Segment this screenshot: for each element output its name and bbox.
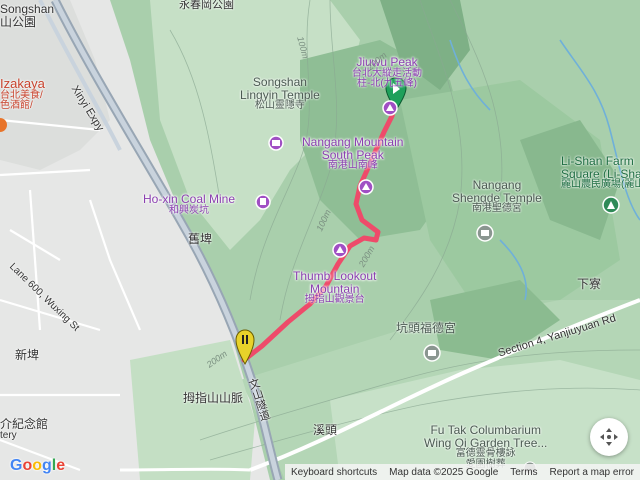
peak-label: Jiuwu Peak 台北大縱走活動 柱-北(九五峰) [352,56,422,90]
lingyin-zh: 松山靈隱寺 [254,100,305,112]
logo-letter: g [42,457,52,474]
peak-marker-icon [382,100,398,116]
logo-letter: e [56,457,66,474]
thumb-label: Thumb Lookout Mountain 拇指山觀景台 [293,270,376,306]
shengde-label: Nangang Shengde Temple 南港聖德宮 [452,179,542,215]
lishan-marker-icon [602,196,620,214]
lishan-zh: 麗山農民廣場(麗山 [561,179,640,191]
lishan-label: Li-Shan Farm Square (Li-Shan 麗山農民廣場(麗山 [561,155,640,191]
izakaya-en: Izakaya [0,76,45,91]
kengtou-marker-icon [423,344,441,362]
jiupi-label: 舊埤 [188,232,213,246]
compass-button[interactable] [590,418,628,456]
terms-link[interactable]: Terms [504,467,543,478]
logo-letter: o [32,457,43,474]
shengde-zh: 南港聖德宮 [471,203,522,215]
memorial-sub: tery [0,429,17,441]
keyboard-shortcuts-link[interactable]: Keyboard shortcuts [285,467,383,478]
thumb-zh: 拇指山觀景台 [304,294,365,306]
logo-letter: o [22,457,33,474]
map-canvas[interactable] [0,0,640,480]
xinpi-label: 新埤 [15,348,40,362]
map-data-text: Map data ©2025 Google [389,466,499,478]
thumb-en-1: Thumb Lookout [293,269,377,283]
report-error-link[interactable]: Report a map error [544,467,640,478]
hoxin-en: Ho-xin Coal Mine [143,192,236,206]
lingyin-label: Songshan Lingyin Temple 松山靈隱寺 [240,76,320,112]
lishan-en-1: Li-Shan Farm [561,154,634,168]
memorial-zh: 介紀念館 [0,417,49,431]
peak-name-zh-2: 柱-北(九五峰) [357,78,417,90]
nangang-south-zh: 南港山南峰 [327,160,378,172]
hoxin-label: Ho-xin Coal Mine 和興炭坑 [143,193,235,216]
memorial-label: 介紀念館 tery [0,418,48,441]
songshan-park-zh: 山公園 [0,14,37,29]
lingyin-marker-icon [268,135,284,151]
songshan-park-label: Songshan 山公園 [0,3,54,28]
futak-en-1: Fu Tak Columbarium [430,423,541,437]
nangang-south-marker-icon [358,179,374,195]
hoxin-zh: 和興炭坑 [169,204,210,216]
muzhi-ridge-label: 拇指山山脈 [183,391,244,405]
xitou-label: 溪頭 [313,423,338,437]
nangang-south-label: Nangang Mountain South Peak 南港山南峰 [302,136,403,172]
songshan-park-en: Songshan [0,2,55,16]
nangang-south-en-1: Nangang Mountain [302,135,404,149]
thumb-marker-icon [332,242,348,258]
yongchun-park-label: 永春岡公園 [179,0,234,11]
map-footer: Keyboard shortcuts Map data ©2025 Google… [285,464,640,480]
xialiao-label: 下寮 [577,277,602,291]
google-logo: Google [10,457,65,475]
shengde-marker-icon [476,224,494,242]
lingyin-en-1: Songshan [252,75,307,89]
hoxin-marker-icon [255,194,271,210]
move-arrows-icon [600,428,618,446]
izakaya-zh-2: 色酒館/ [0,100,33,112]
izakaya-label: Izakaya 台北美食/ 色酒館/ [0,77,45,112]
logo-letter: G [10,457,23,474]
shengde-en-1: Nangang [472,178,522,192]
kengtou-label: 坑頭福德宮 [396,321,457,335]
